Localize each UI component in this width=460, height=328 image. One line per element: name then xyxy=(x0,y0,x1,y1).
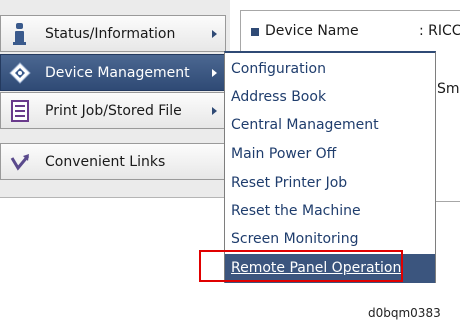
bullet-icon xyxy=(251,28,259,36)
device-management-submenu: Configuration Address Book Central Manag… xyxy=(224,51,436,283)
chevron-right-icon xyxy=(212,107,217,115)
menu-item-label: Configuration xyxy=(231,61,326,77)
menu-item-reset-the-machine[interactable]: Reset the Machine xyxy=(225,197,435,226)
menu-item-address-book[interactable]: Address Book xyxy=(225,83,435,112)
device-name-value: : RICC xyxy=(419,23,460,39)
menu-item-main-power-off[interactable]: Main Power Off xyxy=(225,140,435,169)
device-management-icon xyxy=(9,62,31,84)
sidebar-item-device-management[interactable]: Device Management xyxy=(0,54,226,91)
sidebar-item-label: Status/Information xyxy=(45,26,176,42)
sidebar-item-convenient-links[interactable]: Convenient Links xyxy=(0,143,226,180)
link-icon xyxy=(10,154,30,171)
partial-text: Sma xyxy=(437,81,460,97)
print-job-icon xyxy=(11,100,29,122)
menu-item-label: Central Management xyxy=(231,117,379,133)
figure-code: d0bqm0383 xyxy=(368,306,441,320)
menu-item-central-management[interactable]: Central Management xyxy=(225,111,435,140)
sidebar-item-status-information[interactable]: Status/Information xyxy=(0,15,226,52)
menu-item-label: Address Book xyxy=(231,89,327,105)
info-icon xyxy=(13,23,26,45)
device-name-label: Device Name xyxy=(265,23,359,39)
sidebar-item-print-job-stored-file[interactable]: Print Job/Stored File xyxy=(0,92,226,129)
chevron-right-icon xyxy=(212,69,217,77)
menu-item-configuration[interactable]: Configuration xyxy=(225,55,435,84)
menu-item-label: Reset the Machine xyxy=(231,203,361,219)
highlight-callout xyxy=(199,250,403,282)
menu-item-label: Main Power Off xyxy=(231,146,337,162)
menu-item-label: Screen Monitoring xyxy=(231,231,359,247)
left-nav-divider xyxy=(0,197,230,198)
menu-item-label: Reset Printer Job xyxy=(231,175,348,191)
menu-item-reset-printer-job[interactable]: Reset Printer Job xyxy=(225,169,435,198)
sidebar-item-label: Convenient Links xyxy=(45,154,166,170)
sidebar-item-label: Device Management xyxy=(45,65,190,81)
sidebar-item-label: Print Job/Stored File xyxy=(45,103,182,119)
chevron-right-icon xyxy=(212,30,217,38)
